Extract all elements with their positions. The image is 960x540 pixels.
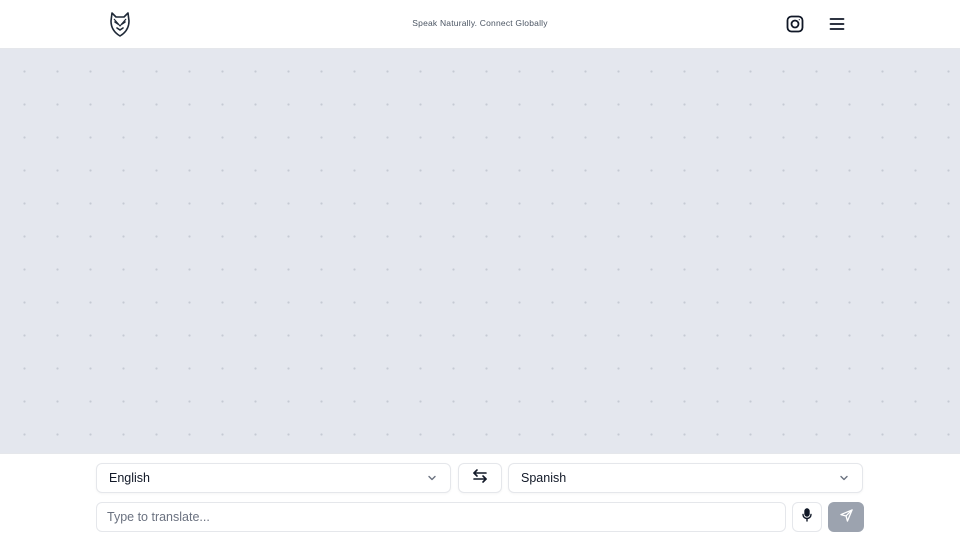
source-language-select[interactable]: English [96, 463, 451, 493]
translation-controls: English Spanish [0, 453, 960, 540]
target-language-select[interactable]: Spanish [508, 463, 863, 493]
microphone-button[interactable] [792, 502, 822, 532]
send-icon [839, 509, 853, 525]
swap-languages-button[interactable] [458, 463, 502, 493]
microphone-icon [801, 507, 813, 527]
chevron-down-icon [838, 472, 850, 484]
hamburger-menu-icon[interactable] [824, 11, 850, 37]
tagline: Speak Naturally. Connect Globally [412, 18, 548, 28]
send-button[interactable] [828, 502, 864, 532]
translate-text-input[interactable] [96, 502, 786, 532]
source-language-label: English [109, 471, 150, 485]
instagram-icon[interactable] [782, 11, 808, 37]
conversation-area [0, 49, 960, 453]
translator-app: Speak Naturally. Connect Globally Englis… [0, 0, 960, 540]
top-header: Speak Naturally. Connect Globally [0, 0, 960, 49]
swap-arrows-icon [472, 468, 488, 489]
chevron-down-icon [426, 472, 438, 484]
target-language-label: Spanish [521, 471, 567, 485]
